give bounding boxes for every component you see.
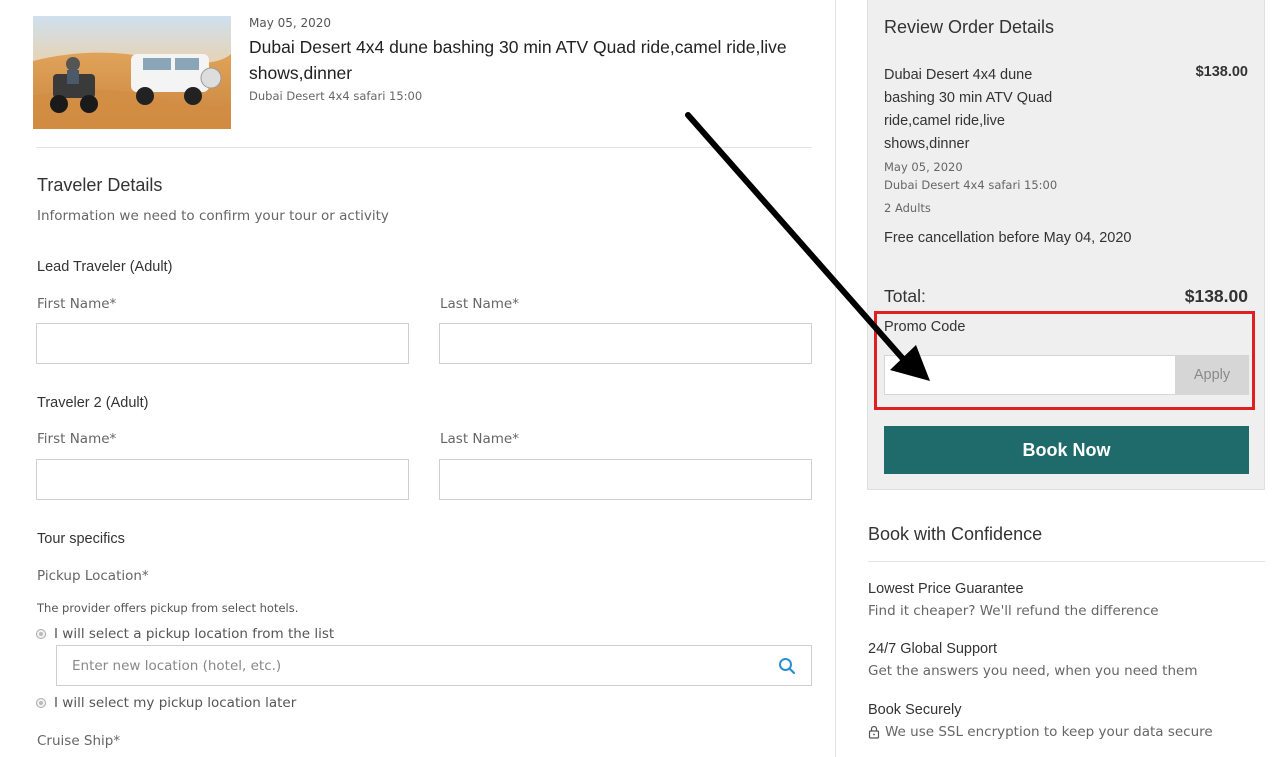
divider bbox=[868, 561, 1265, 562]
pickup-option-select-later[interactable]: I will select my pickup location later bbox=[36, 695, 296, 711]
lock-icon bbox=[868, 725, 880, 739]
search-icon[interactable] bbox=[778, 657, 796, 675]
review-date: May 05, 2020 bbox=[884, 160, 963, 174]
cruise-ship-label: Cruise Ship* bbox=[37, 733, 121, 749]
lead-last-name-label: Last Name* bbox=[440, 296, 519, 312]
lead-first-name-label: First Name* bbox=[37, 296, 117, 312]
promo-highlight-box bbox=[874, 311, 1255, 410]
book-securely-title: Book Securely bbox=[868, 702, 962, 718]
book-now-button[interactable]: Book Now bbox=[884, 426, 1249, 474]
pickup-location-search[interactable] bbox=[56, 645, 812, 686]
divider bbox=[36, 147, 812, 148]
review-travelers: 2 Adults bbox=[884, 201, 931, 215]
lead-last-name-input[interactable] bbox=[439, 323, 812, 364]
pickup-option-select-label: I will select a pickup location from the… bbox=[54, 626, 335, 642]
lead-traveler-label: Lead Traveler (Adult) bbox=[37, 259, 173, 275]
traveler-2-label: Traveler 2 (Adult) bbox=[37, 395, 149, 411]
pickup-note: The provider offers pickup from select h… bbox=[37, 601, 299, 615]
pickup-option-select-from-list[interactable]: I will select a pickup location from the… bbox=[36, 626, 334, 642]
checkout-form: May 05, 2020 Dubai Desert 4x4 dune bashi… bbox=[0, 0, 836, 757]
free-cancellation-text: Free cancellation before May 04, 2020 bbox=[884, 230, 1132, 246]
radio-button[interactable] bbox=[36, 698, 46, 708]
total-label: Total: bbox=[884, 286, 926, 306]
traveler2-first-name-label: First Name* bbox=[37, 431, 117, 447]
review-order-panel: Review Order Details Dubai Desert 4x4 du… bbox=[867, 0, 1265, 490]
review-item-price: $138.00 bbox=[1195, 64, 1248, 80]
traveler2-first-name-input[interactable] bbox=[36, 459, 409, 500]
global-support-desc: Get the answers you need, when you need … bbox=[868, 663, 1198, 679]
global-support-title: 24/7 Global Support bbox=[868, 641, 997, 657]
lead-first-name-input[interactable] bbox=[36, 323, 409, 364]
review-item-name: Dubai Desert 4x4 dune bashing 30 min ATV… bbox=[884, 67, 1053, 152]
tour-thumbnail bbox=[33, 16, 231, 129]
review-order-title: Review Order Details bbox=[884, 17, 1055, 37]
review-option: Dubai Desert 4x4 safari 15:00 bbox=[884, 178, 1058, 192]
pickup-option-later-label: I will select my pickup location later bbox=[54, 695, 297, 711]
lowest-price-title: Lowest Price Guarantee bbox=[868, 581, 1024, 597]
traveler-details-subtitle: Information we need to confirm your tour… bbox=[37, 208, 389, 224]
tour-specifics-title: Tour specifics bbox=[37, 531, 125, 547]
tour-title[interactable]: Dubai Desert 4x4 dune bashing 30 min ATV… bbox=[249, 34, 809, 86]
tour-date: May 05, 2020 bbox=[249, 16, 332, 30]
pickup-location-label: Pickup Location* bbox=[37, 568, 149, 584]
book-securely-row: We use SSL encryption to keep your data … bbox=[868, 724, 1213, 740]
tour-option: Dubai Desert 4x4 safari 15:00 bbox=[249, 89, 423, 103]
traveler2-last-name-input[interactable] bbox=[439, 459, 812, 500]
pickup-location-input[interactable] bbox=[57, 646, 737, 685]
traveler-details-title: Traveler Details bbox=[37, 175, 163, 195]
book-securely-desc: We use SSL encryption to keep your data … bbox=[885, 724, 1213, 740]
radio-button[interactable] bbox=[36, 629, 46, 639]
total-value: $138.00 bbox=[1184, 286, 1248, 306]
book-with-confidence-title: Book with Confidence bbox=[868, 524, 1043, 544]
lowest-price-desc: Find it cheaper? We'll refund the differ… bbox=[868, 603, 1159, 619]
traveler2-last-name-label: Last Name* bbox=[440, 431, 519, 447]
